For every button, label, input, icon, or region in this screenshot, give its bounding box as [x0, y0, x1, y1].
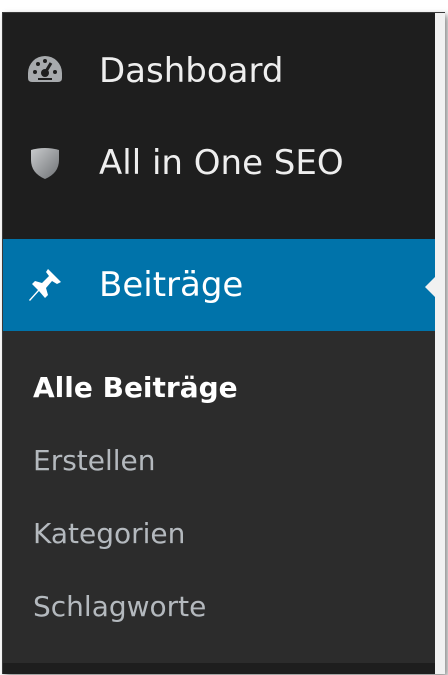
submenu-item-erstellen[interactable]: Erstellen [33, 444, 156, 477]
content-area-edge [435, 13, 445, 674]
admin-sidebar-frame: Dashboard All in One SEO Beiträge Alle B… [2, 12, 445, 674]
menu-item-label: All in One SEO [99, 143, 344, 183]
menu-item-label: Beiträge [99, 265, 244, 305]
active-menu-arrow [425, 267, 445, 307]
shield-icon [23, 141, 67, 185]
submenu-item-alle-beitraege[interactable]: Alle Beiträge [33, 371, 238, 404]
submenu-beitraege: Alle Beiträge Erstellen Kategorien Schla… [3, 331, 435, 663]
admin-menu: Dashboard All in One SEO Beiträge Alle B… [3, 13, 445, 674]
menu-item-label: Dashboard [99, 51, 284, 91]
menu-item-dashboard[interactable]: Dashboard [3, 25, 435, 117]
dashboard-icon [23, 49, 67, 93]
submenu-item-schlagworte[interactable]: Schlagworte [33, 590, 206, 623]
pushpin-icon [23, 263, 67, 307]
menu-item-all-in-one-seo[interactable]: All in One SEO [3, 117, 435, 209]
menu-item-beitraege[interactable]: Beiträge [3, 239, 445, 331]
menu-separator [3, 663, 435, 674]
submenu-item-kategorien[interactable]: Kategorien [33, 517, 185, 550]
